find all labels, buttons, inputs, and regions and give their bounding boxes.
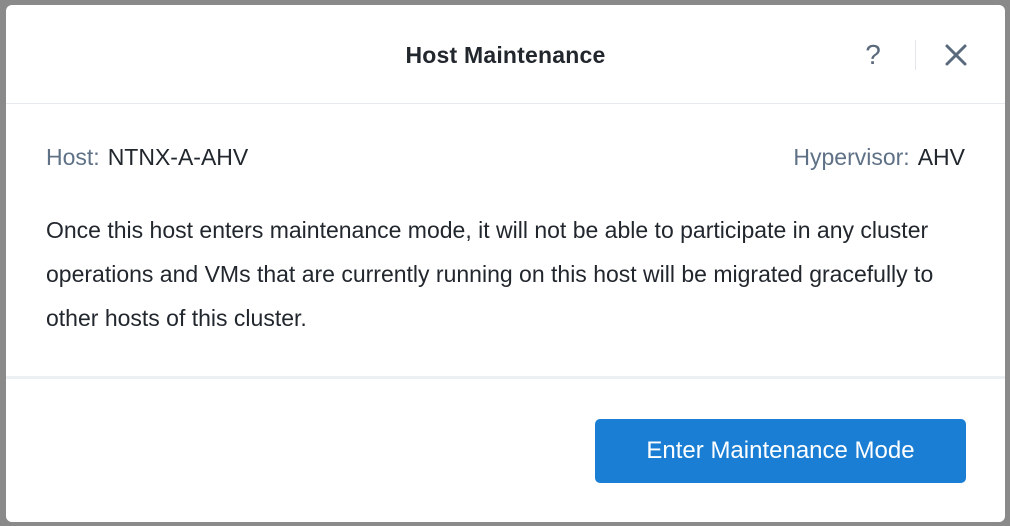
header-divider [915, 40, 916, 70]
maintenance-description: Once this host enters maintenance mode, … [46, 217, 934, 331]
host-field: Host: NTNX-A-AHV [46, 144, 248, 171]
hypervisor-field: Hypervisor: AHV [793, 144, 965, 171]
hypervisor-label: Hypervisor: [793, 144, 910, 170]
hypervisor-value: AHV [917, 144, 965, 170]
enter-maintenance-mode-button[interactable]: Enter Maintenance Mode [595, 419, 966, 483]
dialog-title: Host Maintenance [405, 42, 606, 68]
help-icon[interactable]: ? [858, 37, 888, 73]
host-value: NTNX-A-AHV [107, 144, 249, 170]
dialog-header: Host Maintenance ? [6, 5, 1005, 104]
dialog-body: Host: NTNX-A-AHV Hypervisor: AHV Once this… [6, 104, 1005, 376]
host-info-row: Host: NTNX-A-AHV Hypervisor: AHV [46, 144, 965, 174]
host-label: Host: [46, 144, 100, 170]
close-icon[interactable] [942, 41, 970, 69]
dialog-footer: Enter Maintenance Mode [6, 376, 1005, 522]
host-maintenance-dialog: Host Maintenance ? Host: NTNX-A-AHV Hyper… [6, 5, 1005, 522]
